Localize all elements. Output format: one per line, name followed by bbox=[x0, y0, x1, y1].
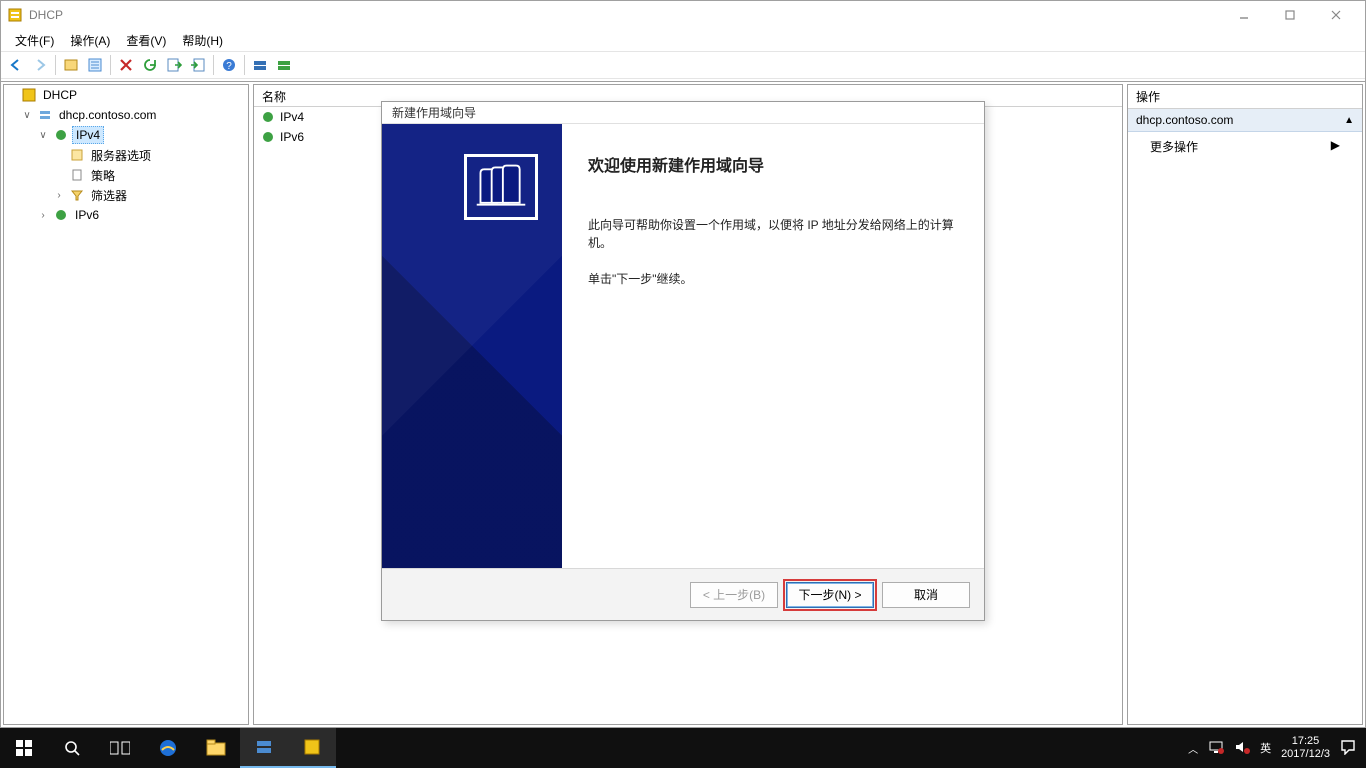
expand-icon[interactable]: › bbox=[36, 210, 50, 221]
menu-help[interactable]: 帮助(H) bbox=[174, 30, 231, 51]
tree-node-server[interactable]: ∨ dhcp.contoso.com bbox=[4, 105, 248, 125]
ipv6-icon bbox=[260, 129, 276, 145]
wizard-buttons: < 上一步(B) 下一步(N) > 取消 bbox=[382, 568, 984, 620]
wizard-title: 新建作用域向导 bbox=[382, 102, 984, 124]
tree-node-policies[interactable]: 策略 bbox=[4, 165, 248, 185]
menu-view[interactable]: 查看(V) bbox=[118, 30, 174, 51]
ipv4-icon bbox=[260, 109, 276, 125]
network-icon[interactable] bbox=[1208, 740, 1224, 757]
window-title: DHCP bbox=[29, 8, 63, 22]
menu-file[interactable]: 文件(F) bbox=[7, 30, 62, 51]
minimize-button[interactable] bbox=[1221, 1, 1267, 29]
tree-node-server-options[interactable]: 服务器选项 bbox=[4, 145, 248, 165]
wizard-text: 此向导可帮助你设置一个作用域，以便将 IP 地址分发给网络上的计算机。 bbox=[588, 216, 958, 252]
actions-pane: 操作 dhcp.contoso.com ▲ 更多操作 ▶ bbox=[1127, 84, 1363, 725]
taskbar-app-server-manager[interactable] bbox=[240, 728, 288, 768]
toolbar-properties-button[interactable] bbox=[84, 54, 106, 76]
toolbar-delete-button[interactable] bbox=[115, 54, 137, 76]
taskbar-app-explorer[interactable] bbox=[192, 728, 240, 768]
wizard-heading: 欢迎使用新建作用域向导 bbox=[588, 152, 958, 176]
server-icon bbox=[37, 107, 53, 123]
collapse-icon: ▲ bbox=[1344, 115, 1354, 126]
menubar: 文件(F) 操作(A) 查看(V) 帮助(H) bbox=[1, 29, 1365, 51]
toolbar-show-hide-button[interactable] bbox=[60, 54, 82, 76]
actions-context[interactable]: dhcp.contoso.com ▲ bbox=[1128, 109, 1362, 132]
ipv6-icon bbox=[53, 207, 69, 223]
filters-icon bbox=[69, 187, 85, 203]
wizard-text: 单击"下一步"继续。 bbox=[588, 270, 958, 288]
volume-icon[interactable] bbox=[1234, 740, 1250, 757]
task-view-button[interactable] bbox=[96, 728, 144, 768]
svg-text:?: ? bbox=[226, 61, 232, 72]
app-icon bbox=[7, 7, 23, 23]
toolbar-help-button[interactable]: ? bbox=[218, 54, 240, 76]
menu-action[interactable]: 操作(A) bbox=[62, 30, 118, 51]
titlebar: DHCP bbox=[1, 1, 1365, 29]
chevron-right-icon: ▶ bbox=[1331, 138, 1340, 155]
wizard-art-icon bbox=[464, 154, 538, 220]
wizard-next-button[interactable]: 下一步(N) > bbox=[786, 582, 874, 608]
taskbar-app-dhcp[interactable] bbox=[288, 728, 336, 768]
wizard-cancel-button[interactable]: 取消 bbox=[882, 582, 970, 608]
toolbar-import-button[interactable] bbox=[187, 54, 209, 76]
clock[interactable]: 17:25 2017/12/3 bbox=[1281, 735, 1330, 760]
ipv4-icon bbox=[53, 127, 69, 143]
wizard-back-button: < 上一步(B) bbox=[690, 582, 778, 608]
toolbar-server-button[interactable] bbox=[249, 54, 271, 76]
tree-node-ipv6[interactable]: › IPv6 bbox=[4, 205, 248, 225]
actions-more[interactable]: 更多操作 ▶ bbox=[1128, 132, 1362, 161]
start-button[interactable] bbox=[0, 728, 48, 768]
taskbar-app-ie[interactable] bbox=[144, 728, 192, 768]
new-scope-wizard: 新建作用域向导 欢迎 bbox=[381, 101, 985, 621]
expand-icon[interactable]: ∨ bbox=[20, 110, 34, 121]
toolbar-refresh-button[interactable] bbox=[139, 54, 161, 76]
tree-node-dhcp-root[interactable]: DHCP bbox=[4, 85, 248, 105]
taskbar: ︿ 英 17:25 2017/12/3 bbox=[0, 728, 1366, 768]
expand-icon[interactable]: › bbox=[52, 190, 66, 201]
toolbar: ? bbox=[1, 51, 1365, 79]
tray-up-icon[interactable]: ︿ bbox=[1188, 741, 1198, 756]
nav-forward-button[interactable] bbox=[29, 54, 51, 76]
system-tray: ︿ 英 17:25 2017/12/3 bbox=[1178, 735, 1366, 760]
wizard-content: 欢迎使用新建作用域向导 此向导可帮助你设置一个作用域，以便将 IP 地址分发给网… bbox=[562, 124, 984, 568]
expand-icon[interactable]: ∨ bbox=[36, 130, 50, 141]
tree-node-ipv4[interactable]: ∨ IPv4 bbox=[4, 125, 248, 145]
ime-indicator[interactable]: 英 bbox=[1260, 740, 1271, 756]
search-button[interactable] bbox=[48, 728, 96, 768]
dhcp-icon bbox=[21, 87, 37, 103]
nav-back-button[interactable] bbox=[5, 54, 27, 76]
policies-icon bbox=[69, 167, 85, 183]
tree-pane: DHCP ∨ dhcp.contoso.com bbox=[3, 84, 249, 725]
actions-header: 操作 bbox=[1128, 85, 1362, 109]
toolbar-scope-button[interactable] bbox=[273, 54, 295, 76]
tree-node-filters[interactable]: › 筛选器 bbox=[4, 185, 248, 205]
dhcp-console-window: DHCP 文件(F) 操作(A) 查看(V) 帮助(H) ? bbox=[0, 0, 1366, 728]
close-button[interactable] bbox=[1313, 1, 1359, 29]
toolbar-export-button[interactable] bbox=[163, 54, 185, 76]
options-icon bbox=[69, 147, 85, 163]
wizard-banner bbox=[382, 124, 562, 568]
maximize-button[interactable] bbox=[1267, 1, 1313, 29]
action-center-icon[interactable] bbox=[1340, 739, 1356, 758]
